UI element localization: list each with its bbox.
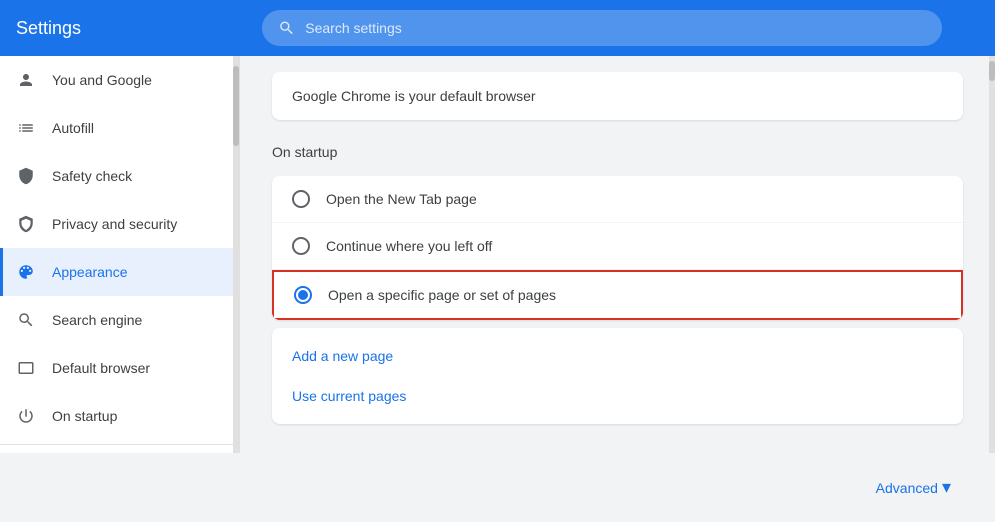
sidebar-item-search-engine[interactable]: Search engine	[0, 296, 239, 344]
default-browser-text: Google Chrome is your default browser	[292, 88, 536, 104]
layout: You and Google Autofill Safety check Pri…	[0, 56, 995, 453]
search-icon	[278, 19, 295, 37]
on-startup-title: On startup	[272, 144, 963, 160]
sidebar-item-default-browser[interactable]: Default browser	[0, 344, 239, 392]
sidebar-label-on-startup: On startup	[52, 408, 117, 424]
radio-continue[interactable]	[292, 237, 310, 255]
option-new-tab-label: Open the New Tab page	[326, 191, 477, 207]
sidebar: You and Google Autofill Safety check Pri…	[0, 56, 240, 453]
bottom-bar: Advanced ▾	[0, 453, 995, 522]
safety-check-icon	[16, 166, 36, 186]
option-new-tab[interactable]: Open the New Tab page	[272, 176, 963, 223]
sidebar-divider	[0, 444, 239, 445]
sidebar-label-appearance: Appearance	[52, 264, 128, 280]
option-specific-page-label: Open a specific page or set of pages	[328, 287, 556, 303]
option-continue-label: Continue where you left off	[326, 238, 492, 254]
sidebar-advanced-section[interactable]: Advanced ▾	[0, 449, 239, 453]
sidebar-label-you-google: You and Google	[52, 72, 152, 88]
sidebar-item-safety-check[interactable]: Safety check	[0, 152, 239, 200]
main-content: Google Chrome is your default browser On…	[240, 56, 995, 453]
search-bar[interactable]	[262, 10, 942, 46]
advanced-button-label: Advanced	[876, 480, 938, 496]
person-icon	[16, 70, 36, 90]
search-engine-icon	[16, 310, 36, 330]
sidebar-item-on-startup[interactable]: On startup	[0, 392, 239, 440]
main-scrollbar-thumb	[989, 61, 995, 81]
sidebar-label-default-browser: Default browser	[52, 360, 150, 376]
startup-options-card: Open the New Tab page Continue where you…	[272, 176, 963, 320]
sidebar-label-search-engine: Search engine	[52, 312, 142, 328]
sidebar-item-appearance[interactable]: Appearance	[0, 248, 239, 296]
main-scrollbar[interactable]	[989, 56, 995, 453]
sidebar-scrollbar[interactable]	[233, 56, 239, 453]
default-browser-banner: Google Chrome is your default browser	[272, 72, 963, 120]
add-new-page-button[interactable]: Add a new page	[272, 336, 963, 376]
header: Settings	[0, 0, 995, 56]
link-options-card: Add a new page Use current pages	[272, 328, 963, 424]
default-browser-icon	[16, 358, 36, 378]
settings-title: Settings	[16, 18, 246, 39]
privacy-security-icon	[16, 214, 36, 234]
advanced-button[interactable]: Advanced ▾	[864, 469, 963, 506]
radio-specific-page[interactable]	[294, 286, 312, 304]
sidebar-item-privacy-security[interactable]: Privacy and security	[0, 200, 239, 248]
sidebar-item-you-google[interactable]: You and Google	[0, 56, 239, 104]
radio-new-tab[interactable]	[292, 190, 310, 208]
search-input[interactable]	[305, 20, 926, 36]
sidebar-scrollbar-thumb	[233, 66, 239, 146]
on-startup-icon	[16, 406, 36, 426]
option-continue[interactable]: Continue where you left off	[272, 223, 963, 270]
sidebar-label-autofill: Autofill	[52, 120, 94, 136]
use-current-pages-button[interactable]: Use current pages	[272, 376, 963, 416]
autofill-icon	[16, 118, 36, 138]
sidebar-label-safety-check: Safety check	[52, 168, 132, 184]
sidebar-item-autofill[interactable]: Autofill	[0, 104, 239, 152]
sidebar-label-privacy-security: Privacy and security	[52, 216, 177, 232]
appearance-icon	[16, 262, 36, 282]
option-specific-page[interactable]: Open a specific page or set of pages	[272, 270, 963, 320]
chevron-down-icon-bottom: ▾	[942, 477, 951, 498]
